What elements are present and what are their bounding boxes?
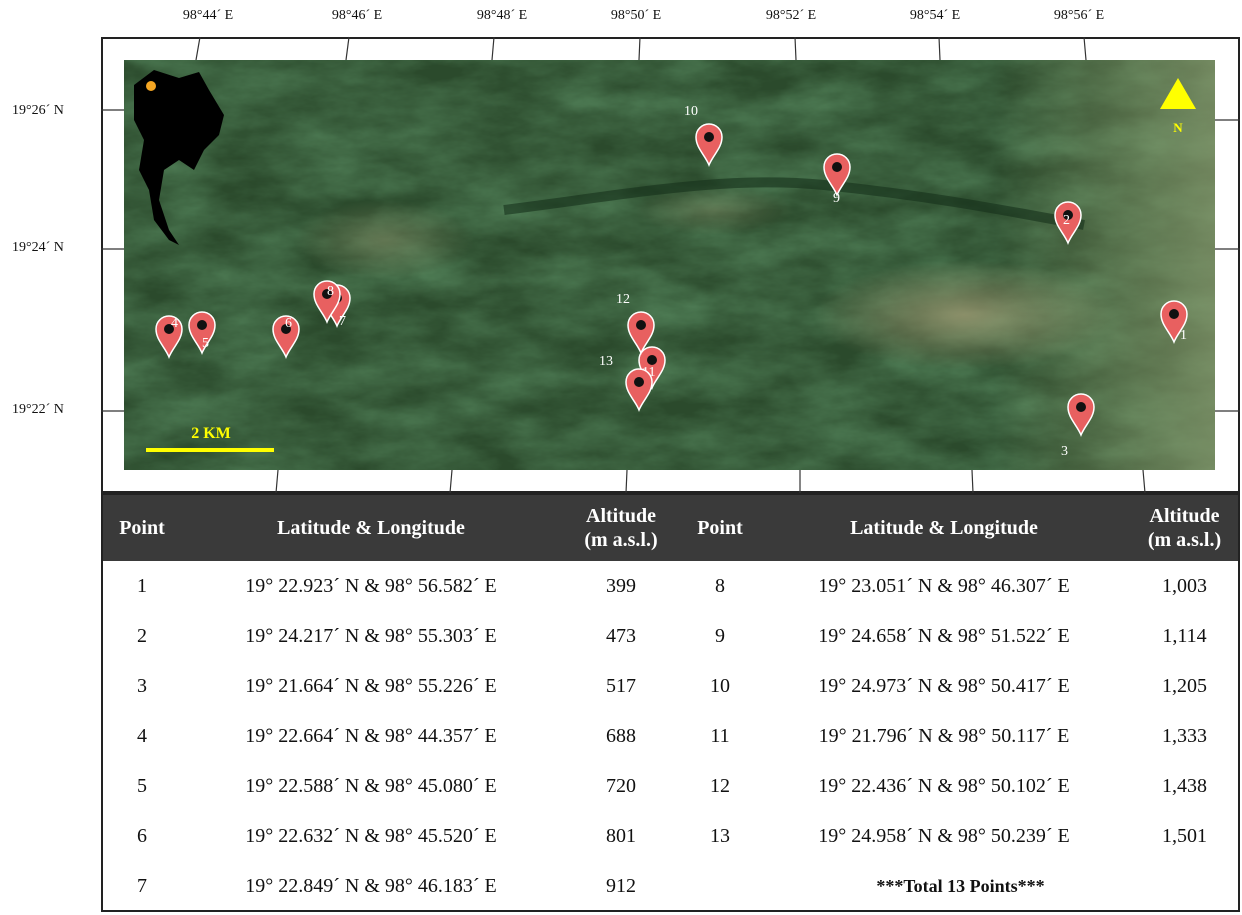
- table-cell-altitude: 1,501: [1162, 824, 1207, 847]
- header-altitude-right-line1: Altitude: [1149, 505, 1220, 527]
- marker-label-1: 1: [1180, 328, 1187, 343]
- header-latlon-right: Latitude & Longitude: [850, 517, 1038, 539]
- table-cell-altitude: 912: [606, 874, 636, 897]
- north-label: N: [1173, 120, 1183, 135]
- table-cell-altitude: 399: [606, 574, 636, 597]
- marker-label-5: 5: [202, 336, 209, 351]
- total-points-note: ***Total 13 Points***: [876, 875, 1045, 896]
- table-cell-latlon: 19° 24.958´ N & 98° 50.239´ E: [818, 824, 1070, 847]
- table-cell-point: 4: [137, 724, 147, 747]
- table-cell-point: 2: [137, 624, 147, 647]
- header-altitude-right-line2: (m a.s.l.): [1147, 529, 1222, 551]
- header-altitude-left-line2: (m a.s.l.): [584, 529, 658, 551]
- sampling-points-table: Point Latitude & Longitude Altitude (m a…: [101, 493, 1240, 912]
- table-cell-latlon: 19° 24.217´ N & 98° 55.303´ E: [245, 624, 497, 647]
- table-cell-latlon: 19° 24.973´ N & 98° 50.417´ E: [818, 674, 1070, 697]
- table-cell-latlon: 19° 21.664´ N & 98° 55.226´ E: [245, 674, 497, 697]
- table-cell-altitude: 1,003: [1162, 574, 1207, 597]
- marker-label-6: 6: [285, 316, 292, 331]
- marker-label-3: 3: [1061, 444, 1068, 459]
- table-cell-altitude: 1,114: [1162, 624, 1207, 647]
- table-cell-altitude: 688: [606, 724, 636, 747]
- table-cell-altitude: 720: [606, 774, 636, 797]
- marker-label-8: 8: [327, 284, 334, 299]
- table-cell-latlon: 19° 22.436´ N & 98° 50.102´ E: [818, 774, 1070, 797]
- table-cell-latlon: 19° 22.923´ N & 98° 56.582´ E: [245, 574, 497, 597]
- table-cell-latlon: 19° 22.632´ N & 98° 45.520´ E: [245, 824, 497, 847]
- table-cell-altitude: 1,205: [1162, 674, 1207, 697]
- table-cell-altitude: 517: [606, 674, 636, 697]
- scale-bar: [146, 448, 274, 452]
- table-cell-point: 6: [137, 824, 147, 847]
- header-point-right: Point: [697, 517, 743, 539]
- header-latlon-left: Latitude & Longitude: [277, 517, 465, 539]
- satellite-map: N 2 KM 1 2 3 4 5 6 7 8 9 10 11 12 13: [124, 60, 1215, 470]
- table-cell-point: 7: [137, 874, 147, 897]
- table-cell-latlon: 19° 24.658´ N & 98° 51.522´ E: [818, 624, 1070, 647]
- table-header: Point Latitude & Longitude Altitude (m a…: [103, 495, 1238, 561]
- table-cell-point: 13: [710, 824, 730, 847]
- marker-label-4: 4: [171, 316, 178, 331]
- table-cell-point: 1: [137, 574, 147, 597]
- table-cell-altitude: 801: [606, 824, 636, 847]
- scale-label: 2 KM: [191, 425, 231, 442]
- table-cell-point: 9: [715, 624, 725, 647]
- table-cell-altitude: 473: [606, 624, 636, 647]
- table-cell-altitude: 1,438: [1162, 774, 1207, 797]
- marker-label-12: 12: [616, 292, 630, 307]
- table-cell-point: 11: [710, 724, 730, 747]
- header-point-left: Point: [119, 517, 165, 539]
- table-cell-latlon: 19° 22.588´ N & 98° 45.080´ E: [245, 774, 497, 797]
- header-altitude-right: Altitude (m a.s.l.): [1129, 495, 1240, 561]
- table-cell-latlon: 19° 22.664´ N & 98° 44.357´ E: [245, 724, 497, 747]
- marker-label-10: 10: [684, 104, 698, 119]
- table-cell-altitude: 1,333: [1162, 724, 1207, 747]
- table-cell-point: 10: [710, 674, 730, 697]
- marker-label-7: 7: [339, 314, 346, 329]
- locator-dot: [146, 81, 156, 91]
- table-cell-latlon: 19° 22.849´ N & 98° 46.183´ E: [245, 874, 497, 897]
- marker-label-2: 2: [1063, 213, 1070, 228]
- table-cell-point: 5: [137, 774, 147, 797]
- table-cell-point: 3: [137, 674, 147, 697]
- table-cell-point: 12: [710, 774, 730, 797]
- table-cell-latlon: 19° 21.796´ N & 98° 50.117´ E: [818, 724, 1070, 747]
- header-altitude-left-line1: Altitude: [586, 505, 656, 527]
- table-cell-latlon: 19° 23.051´ N & 98° 46.307´ E: [818, 574, 1070, 597]
- table-cell-point: 8: [715, 574, 725, 597]
- marker-label-9: 9: [833, 191, 840, 206]
- marker-label-13: 13: [599, 354, 613, 369]
- header-altitude-left: Altitude (m a.s.l.): [561, 495, 681, 561]
